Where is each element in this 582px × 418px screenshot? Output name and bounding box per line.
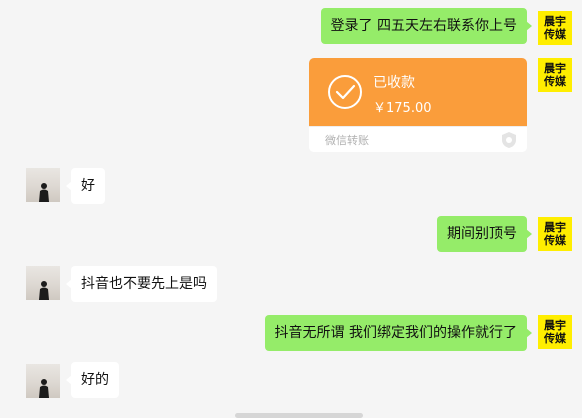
person-silhouette-icon — [39, 183, 49, 202]
avatar[interactable] — [26, 266, 60, 300]
avatar-text: 传媒 — [544, 234, 566, 247]
message-bubble[interactable]: 期间别顶号 — [437, 216, 532, 252]
avatar[interactable]: 晨宇 传媒 — [538, 217, 572, 251]
person-silhouette-icon — [39, 281, 49, 300]
horizontal-scrollbar[interactable] — [235, 413, 363, 418]
wechat-pay-icon — [502, 132, 516, 148]
avatar[interactable]: 晨宇 传媒 — [538, 315, 572, 349]
transfer-header: 已收款 ￥175.00 — [309, 58, 527, 126]
check-circle-icon — [328, 75, 362, 109]
message-text: 登录了 四五天左右联系你上号 — [330, 18, 517, 34]
person-silhouette-icon — [39, 379, 49, 398]
avatar[interactable]: 晨宇 传媒 — [538, 11, 572, 45]
transfer-label: 微信转账 — [325, 134, 369, 147]
message-text: 期间别顶号 — [447, 226, 517, 242]
avatar-text: 晨宇 — [544, 319, 566, 332]
avatar-text: 传媒 — [544, 75, 566, 88]
message-text: 抖音也不要先上是吗 — [81, 276, 207, 292]
transfer-card[interactable]: 已收款 ￥175.00 微信转账 — [309, 58, 527, 152]
message-bubble[interactable]: 抖音无所谓 我们绑定我们的操作就行了 — [264, 315, 533, 351]
avatar-text: 晨宇 — [544, 221, 566, 234]
message-bubble[interactable]: 登录了 四五天左右联系你上号 — [320, 8, 533, 44]
avatar[interactable] — [26, 364, 60, 398]
avatar-text: 晨宇 — [544, 15, 566, 28]
message-bubble[interactable]: 好的 — [66, 362, 119, 398]
message-bubble[interactable]: 抖音也不要先上是吗 — [66, 266, 217, 302]
transfer-footer: 微信转账 — [309, 126, 527, 152]
avatar-text: 晨宇 — [544, 62, 566, 75]
message-bubble[interactable]: 好 — [66, 168, 105, 204]
avatar-text: 传媒 — [544, 28, 566, 41]
avatar[interactable] — [26, 168, 60, 202]
message-text: 好 — [81, 178, 95, 194]
avatar-text: 传媒 — [544, 332, 566, 345]
message-text: 抖音无所谓 我们绑定我们的操作就行了 — [274, 325, 517, 341]
transfer-status: 已收款 — [373, 75, 415, 91]
transfer-amount: ￥175.00 — [373, 101, 432, 116]
avatar[interactable]: 晨宇 传媒 — [538, 58, 572, 92]
message-text: 好的 — [81, 372, 109, 388]
